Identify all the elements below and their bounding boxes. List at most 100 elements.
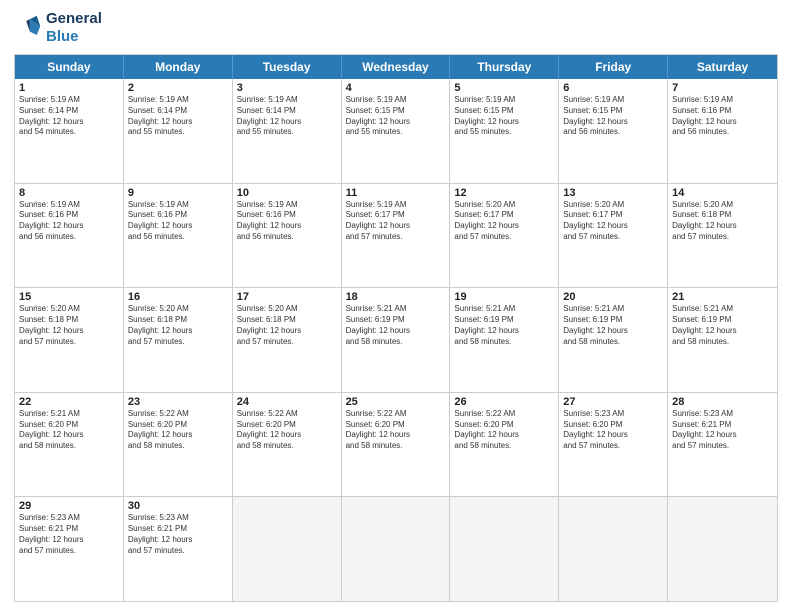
cal-cell-26: 26Sunrise: 5:22 AM Sunset: 6:20 PM Dayli… [450,393,559,497]
day-number: 15 [19,291,119,303]
header-friday: Friday [559,55,668,79]
cal-cell-5: 5Sunrise: 5:19 AM Sunset: 6:15 PM Daylig… [450,79,559,183]
day-number: 25 [346,396,446,408]
cell-info: Sunrise: 5:22 AM Sunset: 6:20 PM Dayligh… [454,409,554,452]
cell-info: Sunrise: 5:19 AM Sunset: 6:16 PM Dayligh… [672,95,773,138]
cell-info: Sunrise: 5:23 AM Sunset: 6:20 PM Dayligh… [563,409,663,452]
cell-info: Sunrise: 5:20 AM Sunset: 6:18 PM Dayligh… [19,304,119,347]
cal-cell-empty [559,497,668,601]
calendar-row-4: 22Sunrise: 5:21 AM Sunset: 6:20 PM Dayli… [15,392,777,497]
cell-info: Sunrise: 5:23 AM Sunset: 6:21 PM Dayligh… [19,513,119,556]
calendar-row-2: 8Sunrise: 5:19 AM Sunset: 6:16 PM Daylig… [15,183,777,288]
cal-cell-30: 30Sunrise: 5:23 AM Sunset: 6:21 PM Dayli… [124,497,233,601]
day-number: 28 [672,396,773,408]
cal-cell-25: 25Sunrise: 5:22 AM Sunset: 6:20 PM Dayli… [342,393,451,497]
header-tuesday: Tuesday [233,55,342,79]
cell-info: Sunrise: 5:19 AM Sunset: 6:16 PM Dayligh… [19,200,119,243]
cell-info: Sunrise: 5:19 AM Sunset: 6:16 PM Dayligh… [237,200,337,243]
day-number: 29 [19,500,119,512]
cell-info: Sunrise: 5:22 AM Sunset: 6:20 PM Dayligh… [128,409,228,452]
cal-cell-18: 18Sunrise: 5:21 AM Sunset: 6:19 PM Dayli… [342,288,451,392]
header-sunday: Sunday [15,55,124,79]
cal-cell-29: 29Sunrise: 5:23 AM Sunset: 6:21 PM Dayli… [15,497,124,601]
cal-cell-empty [450,497,559,601]
cell-info: Sunrise: 5:22 AM Sunset: 6:20 PM Dayligh… [346,409,446,452]
day-number: 16 [128,291,228,303]
cell-info: Sunrise: 5:21 AM Sunset: 6:19 PM Dayligh… [563,304,663,347]
cell-info: Sunrise: 5:20 AM Sunset: 6:18 PM Dayligh… [237,304,337,347]
cell-info: Sunrise: 5:21 AM Sunset: 6:20 PM Dayligh… [19,409,119,452]
calendar-row-5: 29Sunrise: 5:23 AM Sunset: 6:21 PM Dayli… [15,496,777,601]
day-number: 19 [454,291,554,303]
cal-cell-empty [233,497,342,601]
cal-cell-23: 23Sunrise: 5:22 AM Sunset: 6:20 PM Dayli… [124,393,233,497]
cal-cell-20: 20Sunrise: 5:21 AM Sunset: 6:19 PM Dayli… [559,288,668,392]
cal-cell-21: 21Sunrise: 5:21 AM Sunset: 6:19 PM Dayli… [668,288,777,392]
cal-cell-7: 7Sunrise: 5:19 AM Sunset: 6:16 PM Daylig… [668,79,777,183]
calendar-body: 1 Sunrise: 5:19 AM Sunset: 6:14 PM Daylig… [15,79,777,601]
cell-info: Sunrise: 5:22 AM Sunset: 6:20 PM Dayligh… [237,409,337,452]
day-number: 5 [454,82,554,94]
cell-info: Sunrise: 5:23 AM Sunset: 6:21 PM Dayligh… [672,409,773,452]
day-number: 2 [128,82,228,94]
cal-cell-24: 24Sunrise: 5:22 AM Sunset: 6:20 PM Dayli… [233,393,342,497]
logo-text-line1: General [46,10,102,28]
day-number: 3 [237,82,337,94]
header-saturday: Saturday [668,55,777,79]
header-monday: Monday [124,55,233,79]
cell-info: Sunrise: 5:19 AM Sunset: 6:15 PM Dayligh… [346,95,446,138]
day-number: 23 [128,396,228,408]
cal-cell-4: 4Sunrise: 5:19 AM Sunset: 6:15 PM Daylig… [342,79,451,183]
calendar-row-3: 15Sunrise: 5:20 AM Sunset: 6:18 PM Dayli… [15,287,777,392]
cal-cell-19: 19Sunrise: 5:21 AM Sunset: 6:19 PM Dayli… [450,288,559,392]
cal-cell-12: 12Sunrise: 5:20 AM Sunset: 6:17 PM Dayli… [450,184,559,288]
cal-cell-16: 16Sunrise: 5:20 AM Sunset: 6:18 PM Dayli… [124,288,233,392]
day-number: 6 [563,82,663,94]
day-number: 12 [454,187,554,199]
cell-info: Sunrise: 5:20 AM Sunset: 6:18 PM Dayligh… [672,200,773,243]
cal-cell-6: 6Sunrise: 5:19 AM Sunset: 6:15 PM Daylig… [559,79,668,183]
cell-info: Sunrise: 5:19 AM Sunset: 6:15 PM Dayligh… [563,95,663,138]
calendar: Sunday Monday Tuesday Wednesday Thursday… [14,54,778,602]
calendar-header: Sunday Monday Tuesday Wednesday Thursday… [15,55,777,79]
cal-cell-empty [668,497,777,601]
cell-info: Sunrise: 5:20 AM Sunset: 6:17 PM Dayligh… [563,200,663,243]
cell-info: Sunrise: 5:21 AM Sunset: 6:19 PM Dayligh… [346,304,446,347]
day-number: 14 [672,187,773,199]
day-number: 30 [128,500,228,512]
cal-cell-2: 2Sunrise: 5:19 AM Sunset: 6:14 PM Daylig… [124,79,233,183]
day-number: 1 [19,82,119,94]
day-number: 24 [237,396,337,408]
cal-cell-11: 11Sunrise: 5:19 AM Sunset: 6:17 PM Dayli… [342,184,451,288]
cal-cell-empty [342,497,451,601]
day-number: 27 [563,396,663,408]
cell-info: Sunrise: 5:20 AM Sunset: 6:17 PM Dayligh… [454,200,554,243]
cal-cell-13: 13Sunrise: 5:20 AM Sunset: 6:17 PM Dayli… [559,184,668,288]
cal-cell-15: 15Sunrise: 5:20 AM Sunset: 6:18 PM Dayli… [15,288,124,392]
day-number: 26 [454,396,554,408]
cal-cell-1: 1Sunrise: 5:19 AM Sunset: 6:14 PM Daylig… [15,79,124,183]
cal-cell-9: 9Sunrise: 5:19 AM Sunset: 6:16 PM Daylig… [124,184,233,288]
day-number: 20 [563,291,663,303]
cell-info: Sunrise: 5:19 AM Sunset: 6:17 PM Dayligh… [346,200,446,243]
logo: General Blue [14,10,102,46]
day-number: 7 [672,82,773,94]
day-number: 22 [19,396,119,408]
day-number: 8 [19,187,119,199]
day-number: 10 [237,187,337,199]
cal-cell-22: 22Sunrise: 5:21 AM Sunset: 6:20 PM Dayli… [15,393,124,497]
cal-cell-17: 17Sunrise: 5:20 AM Sunset: 6:18 PM Dayli… [233,288,342,392]
cal-cell-14: 14Sunrise: 5:20 AM Sunset: 6:18 PM Dayli… [668,184,777,288]
cal-cell-3: 3Sunrise: 5:19 AM Sunset: 6:14 PM Daylig… [233,79,342,183]
cell-info: Sunrise: 5:23 AM Sunset: 6:21 PM Dayligh… [128,513,228,556]
day-number: 11 [346,187,446,199]
day-number: 13 [563,187,663,199]
cell-info: Sunrise: 5:20 AM Sunset: 6:18 PM Dayligh… [128,304,228,347]
cell-info: Sunrise: 5:19 AM Sunset: 6:14 PM Dayligh… [237,95,337,138]
day-number: 4 [346,82,446,94]
cell-info: Sunrise: 5:19 AM Sunset: 6:16 PM Dayligh… [128,200,228,243]
calendar-row-1: 1 Sunrise: 5:19 AM Sunset: 6:14 PM Daylig… [15,79,777,183]
header-wednesday: Wednesday [342,55,451,79]
cal-cell-27: 27Sunrise: 5:23 AM Sunset: 6:20 PM Dayli… [559,393,668,497]
cal-cell-10: 10Sunrise: 5:19 AM Sunset: 6:16 PM Dayli… [233,184,342,288]
